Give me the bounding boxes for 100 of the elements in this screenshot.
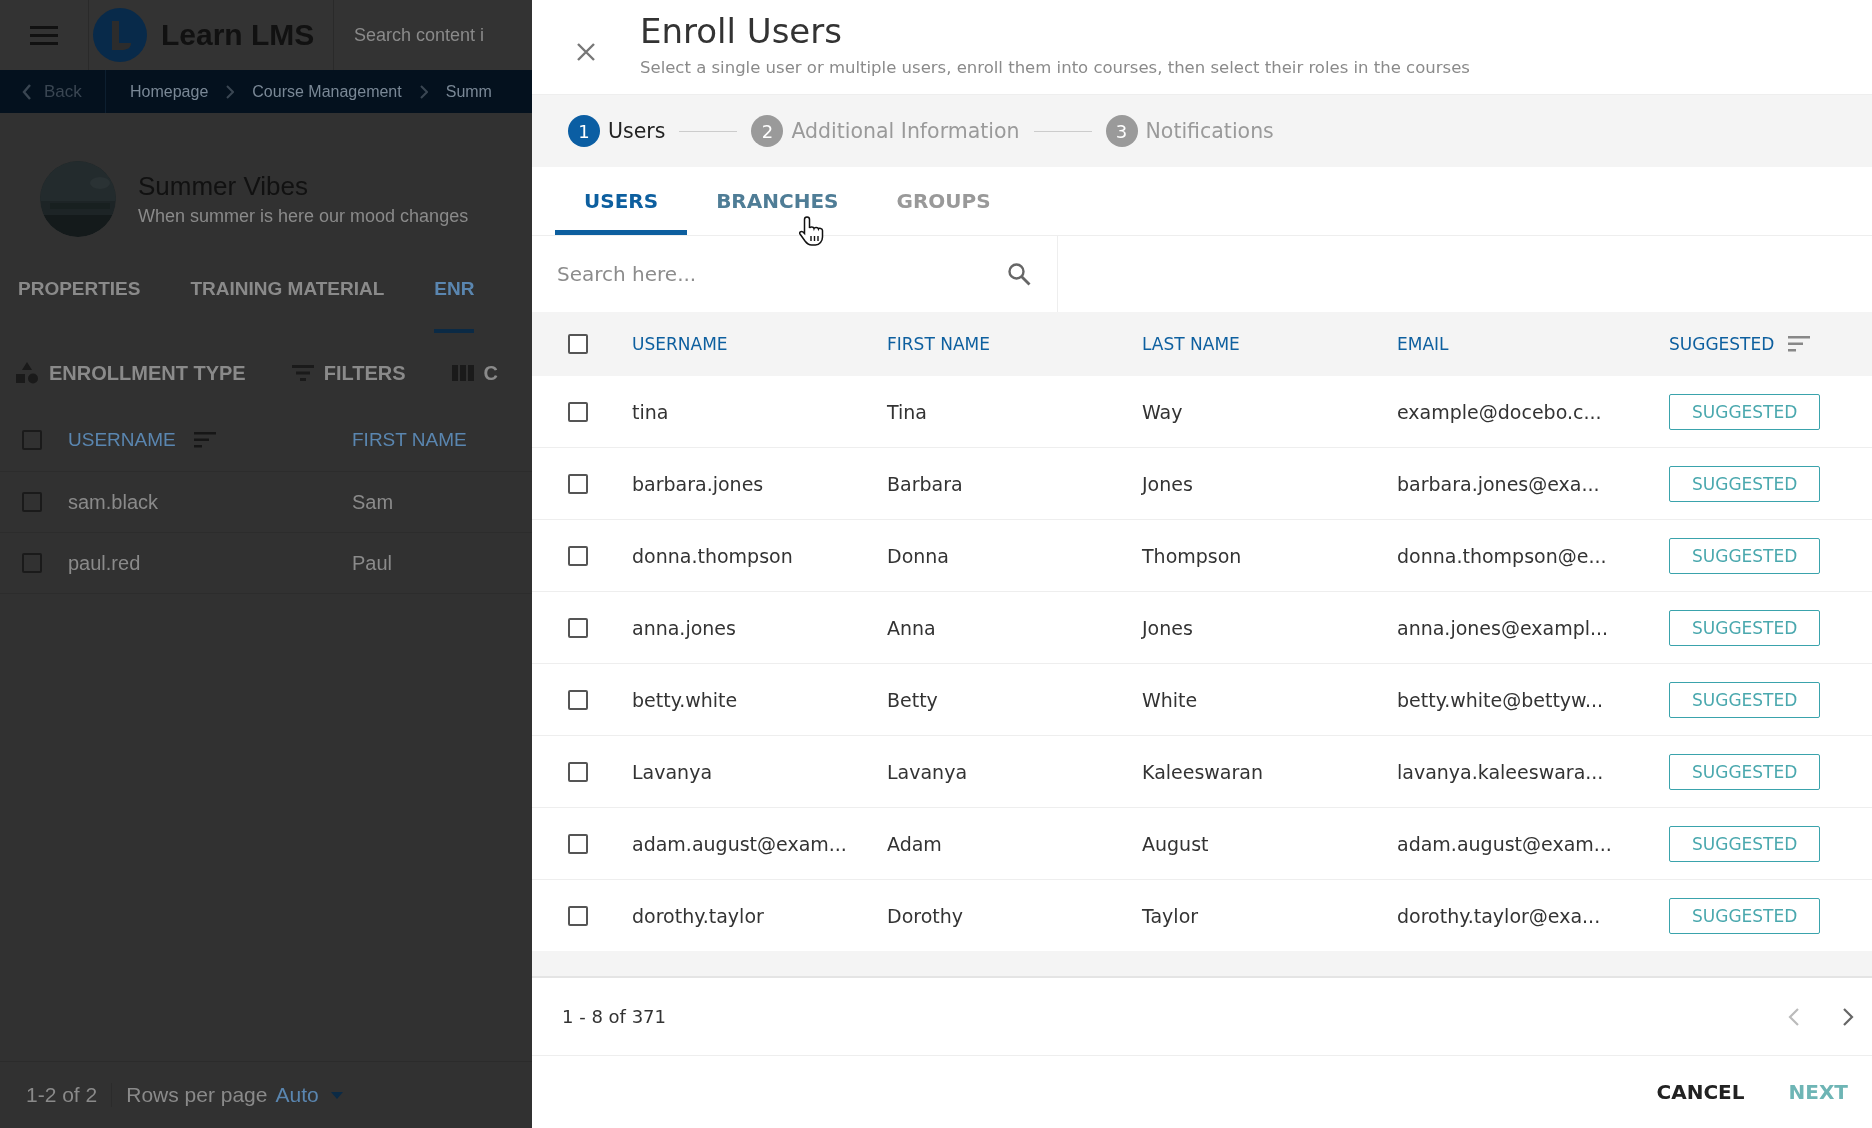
table-cell-text: Jones — [1142, 616, 1194, 639]
table-cell-text: dorothy.taylor@exa... — [1397, 904, 1602, 927]
table-cell-text: Thompson — [1142, 544, 1243, 567]
step[interactable]: 3 Notifications — [1105, 115, 1274, 147]
checkbox[interactable] — [568, 545, 588, 566]
suggested-badge: SUGGESTED — [1669, 465, 1821, 502]
search-field[interactable]: Search content i — [334, 24, 485, 46]
chevron-right-icon — [1842, 1006, 1854, 1027]
table-cell-text: Taylor — [1142, 904, 1200, 927]
rows-per-page-label: Rows per page — [126, 1083, 268, 1107]
checkbox[interactable] — [568, 761, 588, 782]
suggested-badge: SUGGESTED — [1669, 753, 1821, 790]
suggested-badge: SUGGESTED — [1669, 609, 1821, 646]
course-description: When summer is here our mood changes — [138, 206, 469, 227]
breadcrumb-link[interactable]: Homepage — [130, 82, 209, 101]
suggested-badge: SUGGESTED — [1669, 537, 1821, 574]
chevron-right-icon — [419, 84, 428, 99]
tab[interactable]: GROUPS — [867, 167, 1020, 235]
cancel-button[interactable]: CANCEL — [1646, 1072, 1755, 1112]
table-cell-text: donna.thompson — [632, 544, 794, 567]
breadcrumb-link[interactable]: Summ — [445, 82, 492, 101]
table-cell-text: betty.white — [632, 688, 739, 711]
table-cell-text: adam.august@exam... — [1397, 832, 1613, 855]
table-cell-text: lavanya.kaleeswara... — [1397, 760, 1605, 783]
tab[interactable]: USERS — [555, 167, 688, 235]
checkbox[interactable] — [568, 617, 588, 638]
table-cell-text: paul.red — [68, 551, 142, 575]
search-field[interactable]: Search here... — [555, 261, 1007, 287]
table-cell-text: White — [1142, 688, 1199, 711]
sort-icon — [1788, 336, 1811, 352]
close-icon — [576, 42, 596, 62]
table-cell: Paul — [352, 551, 393, 575]
tab[interactable]: BRANCHES — [687, 167, 868, 235]
checkbox[interactable] — [568, 401, 588, 422]
table-cell-text: barbara.jones@exa... — [1397, 472, 1601, 495]
tab[interactable]: PROPERTIES — [18, 275, 141, 333]
table-cell-text: anna.jones@exampl... — [1397, 616, 1610, 639]
table-cell-text: tina — [632, 400, 670, 423]
column-header[interactable]: FIRST NAME — [887, 334, 990, 354]
table-cell-text: Dorothy — [887, 904, 964, 927]
table-cell-text: Lavanya — [632, 760, 714, 783]
table-cell-text: Anna — [887, 616, 937, 639]
column-header[interactable]: EMAIL — [1397, 334, 1449, 354]
hand-cursor-icon — [799, 215, 826, 247]
suggested-badge: SUGGESTED — [1669, 681, 1821, 718]
table-cell-text: adam.august@exam... — [632, 832, 848, 855]
table-cell-text: Jones — [1142, 472, 1194, 495]
tab[interactable]: TRAINING MATERIAL — [190, 275, 385, 333]
table-cell-text: anna.jones — [632, 616, 737, 639]
page-range: 1 - 8 of 371 — [562, 1006, 667, 1027]
toolbar-button[interactable]: FILTERS — [291, 361, 406, 385]
table-cell-text: Donna — [887, 544, 950, 567]
step[interactable]: 2 Additional Information — [751, 115, 1020, 147]
toolbar-button[interactable]: ENROLLMENT TYPE — [15, 361, 246, 385]
caret-icon — [330, 1091, 343, 1099]
breadcrumb-link[interactable]: Course Management — [252, 82, 402, 101]
column-header[interactable]: USERNAME — [632, 334, 728, 354]
step[interactable]: 1 Users — [568, 115, 666, 147]
table-cell: Sam — [352, 490, 394, 514]
table-cell-text: Barbara — [887, 472, 964, 495]
dialog-title: Enroll Users — [640, 10, 843, 52]
dialog-subtitle: Select a single user or multiple users, enroll them into courses, then select their roles in the courses — [640, 58, 1470, 77]
logo-icon — [93, 8, 147, 62]
chevron-right-icon — [226, 84, 235, 99]
table-cell-text: example@docebo.c... — [1397, 400, 1603, 423]
shapes-icon — [15, 361, 39, 385]
page-range: 1-2 of 2 — [26, 1083, 113, 1107]
search-icon — [1007, 262, 1031, 286]
checkbox[interactable] — [568, 833, 588, 854]
checkbox[interactable] — [568, 473, 588, 494]
table-cell-text: Way — [1142, 400, 1184, 423]
table-cell-text: Kaleeswaran — [1142, 760, 1264, 783]
table-cell-text: Tina — [887, 400, 928, 423]
menu-icon — [30, 25, 58, 45]
table-cell-text: dorothy.taylor — [632, 904, 765, 927]
checkbox[interactable] — [568, 905, 588, 926]
sort-icon — [193, 432, 216, 448]
toolbar-button[interactable]: C — [451, 361, 498, 385]
chevron-left-icon — [22, 83, 32, 100]
column-header[interactable]: LAST NAME — [1142, 334, 1240, 354]
tab[interactable]: ENR — [434, 275, 475, 333]
chevron-left-icon — [1788, 1006, 1800, 1027]
next-button[interactable]: NEXT — [1778, 1072, 1858, 1112]
rows-per-page-dropdown[interactable]: Auto — [275, 1083, 343, 1107]
column-header[interactable]: FIRST NAME — [352, 429, 467, 451]
checkbox[interactable] — [568, 689, 588, 710]
checkbox[interactable] — [568, 334, 588, 354]
table-cell-text: Betty — [887, 688, 939, 711]
suggested-badge: SUGGESTED — [1669, 897, 1821, 934]
table-cell-text: barbara.jones — [632, 472, 765, 495]
table-cell-text: Adam — [887, 832, 943, 855]
table-cell-text: August — [1142, 832, 1210, 855]
column-header[interactable]: USERNAME — [68, 429, 176, 451]
table-cell-text: betty.white@bettyw... — [1397, 688, 1605, 711]
suggested-badge: SUGGESTED — [1669, 393, 1821, 430]
column-header[interactable]: SUGGESTED — [1669, 334, 1775, 354]
table-cell-text: Lavanya — [887, 760, 969, 783]
table-cell-text: donna.thompson@e... — [1397, 544, 1608, 567]
table-cell-text: sam.black — [68, 490, 160, 514]
suggested-badge: SUGGESTED — [1669, 825, 1821, 862]
